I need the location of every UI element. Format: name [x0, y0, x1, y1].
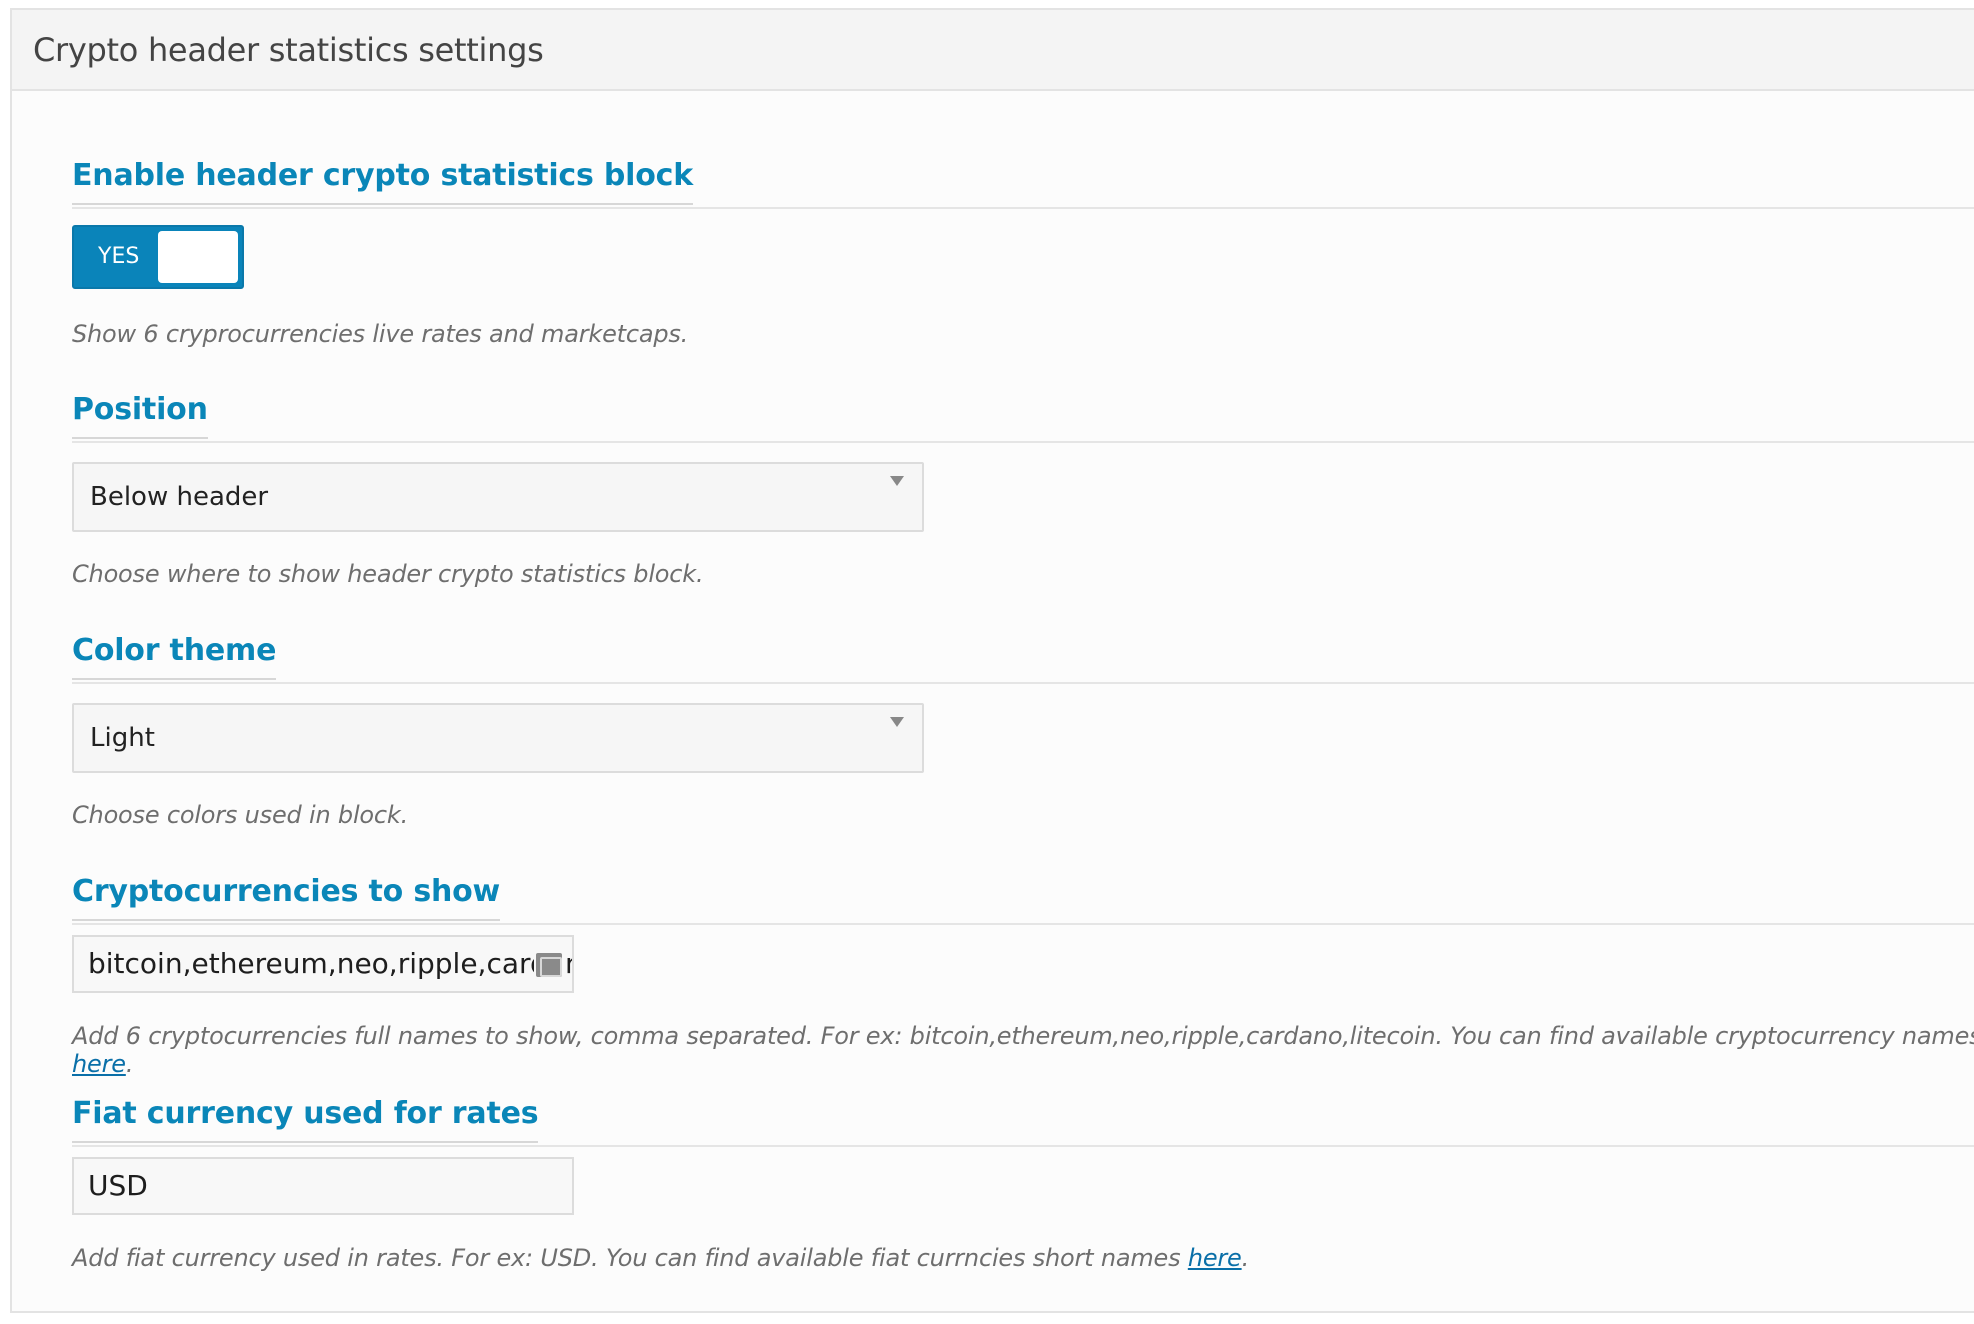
cryptocurrencies-here-link[interactable]: here	[72, 1050, 126, 1078]
color-theme-description-row: Choose colors used in block.	[12, 801, 1974, 829]
section-title-color-theme: Color theme	[72, 630, 276, 680]
section-title-enable: Enable header crypto statistics block	[72, 155, 693, 205]
section-title-fiat: Fiat currency used for rates	[72, 1093, 539, 1143]
section-cryptocurrencies: Cryptocurrencies to show	[12, 871, 1974, 925]
section-enable: Enable header crypto statistics block	[12, 155, 1974, 209]
section-fiat: Fiat currency used for rates	[12, 1093, 1974, 1147]
fiat-input-value: USD	[88, 1169, 148, 1202]
enable-control-row: YES	[12, 225, 1974, 289]
cryptocurrencies-description: Add 6 cryptocurrencies full names to sho…	[72, 1022, 1974, 1078]
fiat-here-link[interactable]: here	[1188, 1244, 1242, 1272]
color-theme-control-row: Light	[12, 703, 1974, 773]
section-cryptocurrencies-header: Cryptocurrencies to show	[72, 871, 1974, 925]
contact-card-icon[interactable]	[534, 951, 564, 979]
fiat-description-row: Add fiat currency used in rates. For ex:…	[12, 1244, 1974, 1272]
section-position: Position	[12, 389, 1974, 443]
fiat-description-end: .	[1241, 1244, 1250, 1272]
fiat-control-row: USD	[12, 1157, 1974, 1215]
cryptocurrencies-description-row: Add 6 cryptocurrencies full names to sho…	[12, 1022, 1974, 1078]
cryptocurrencies-input[interactable]: bitcoin,ethereum,neo,ripple,cardano,lite…	[72, 935, 574, 993]
color-theme-select[interactable]: Light	[72, 703, 924, 773]
section-fiat-header: Fiat currency used for rates	[72, 1093, 1974, 1147]
position-select-value: Below header	[90, 482, 269, 512]
toggle-knob	[158, 231, 238, 283]
section-position-header: Position	[72, 389, 1974, 443]
position-description-row: Choose where to show header crypto stati…	[12, 560, 1974, 588]
enable-toggle[interactable]: YES	[72, 225, 244, 289]
panel-title: Crypto header statistics settings	[33, 30, 544, 69]
toggle-label: YES	[98, 244, 140, 269]
cryptocurrencies-control-row: bitcoin,ethereum,neo,ripple,cardano,lite…	[12, 935, 1974, 993]
section-color-theme-header: Color theme	[72, 630, 1974, 684]
cryptocurrencies-input-value: bitcoin,ethereum,neo,ripple,cardano,lite…	[88, 947, 572, 980]
color-theme-select-value: Light	[90, 723, 155, 753]
caret-down-icon	[890, 476, 904, 486]
fiat-description-text: Add fiat currency used in rates. For ex:…	[72, 1244, 1188, 1272]
section-color-theme: Color theme	[12, 630, 1974, 684]
section-enable-header: Enable header crypto statistics block	[72, 155, 1974, 209]
position-description: Choose where to show header crypto stati…	[72, 560, 704, 588]
position-control-row: Below header	[12, 462, 1974, 532]
color-theme-description: Choose colors used in block.	[72, 801, 409, 829]
cryptocurrencies-description-text: Add 6 cryptocurrencies full names to sho…	[72, 1022, 1974, 1050]
enable-description: Show 6 cryprocurrencies live rates and m…	[72, 320, 689, 348]
caret-down-icon	[890, 717, 904, 727]
settings-panel: Crypto header statistics settings Enable…	[10, 8, 1974, 1313]
panel-header: Crypto header statistics settings	[12, 10, 1974, 91]
enable-description-row: Show 6 cryprocurrencies live rates and m…	[12, 320, 1974, 348]
cryptocurrencies-description-end: .	[125, 1050, 134, 1078]
position-select[interactable]: Below header	[72, 462, 924, 532]
fiat-description: Add fiat currency used in rates. For ex:…	[72, 1244, 1974, 1272]
section-title-position: Position	[72, 389, 208, 439]
fiat-input[interactable]: USD	[72, 1157, 574, 1215]
section-title-cryptocurrencies: Cryptocurrencies to show	[72, 871, 500, 921]
